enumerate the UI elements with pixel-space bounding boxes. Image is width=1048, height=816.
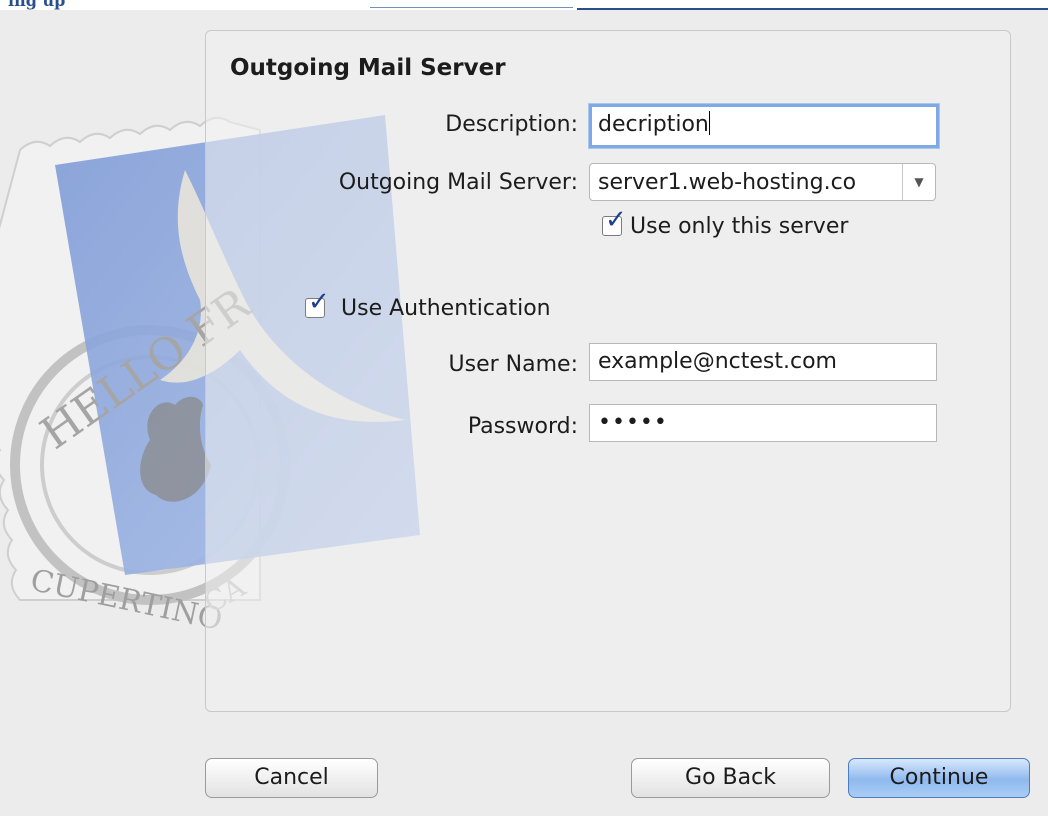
header-partial-text: ing up (8, 0, 66, 10)
header-rule-right (577, 8, 1048, 10)
password-field[interactable]: ••••• (589, 404, 937, 442)
user-name-label: User Name: (448, 352, 578, 377)
checkmark-icon: ✓ (308, 287, 330, 317)
password-label: Password: (467, 414, 578, 439)
outgoing-server-combobox[interactable]: server1.web-hosting.co ▼ (589, 163, 936, 201)
use-only-server-checkbox[interactable]: ✓ (602, 205, 627, 236)
description-field[interactable]: decription (589, 104, 939, 148)
use-authentication-label[interactable]: Use Authentication (341, 296, 551, 321)
cancel-button[interactable]: Cancel (205, 758, 378, 798)
user-name-field[interactable]: example@nctest.com (589, 343, 937, 381)
text-caret (708, 111, 710, 135)
go-back-button[interactable]: Go Back (631, 758, 830, 798)
outgoing-server-label: Outgoing Mail Server: (338, 170, 578, 195)
use-authentication-checkbox[interactable]: ✓ (305, 287, 330, 318)
section-title: Outgoing Mail Server (230, 55, 506, 81)
description-value: decription (598, 112, 709, 137)
use-only-server-label[interactable]: Use only this server (630, 214, 848, 239)
description-label: Description: (445, 112, 578, 137)
header-rule-left (370, 7, 573, 8)
continue-button[interactable]: Continue (848, 758, 1030, 798)
dropdown-arrow-icon[interactable]: ▼ (902, 164, 935, 200)
checkmark-icon: ✓ (605, 205, 627, 235)
top-strip: ing up (0, 0, 1048, 10)
outgoing-server-value: server1.web-hosting.co (598, 170, 857, 195)
